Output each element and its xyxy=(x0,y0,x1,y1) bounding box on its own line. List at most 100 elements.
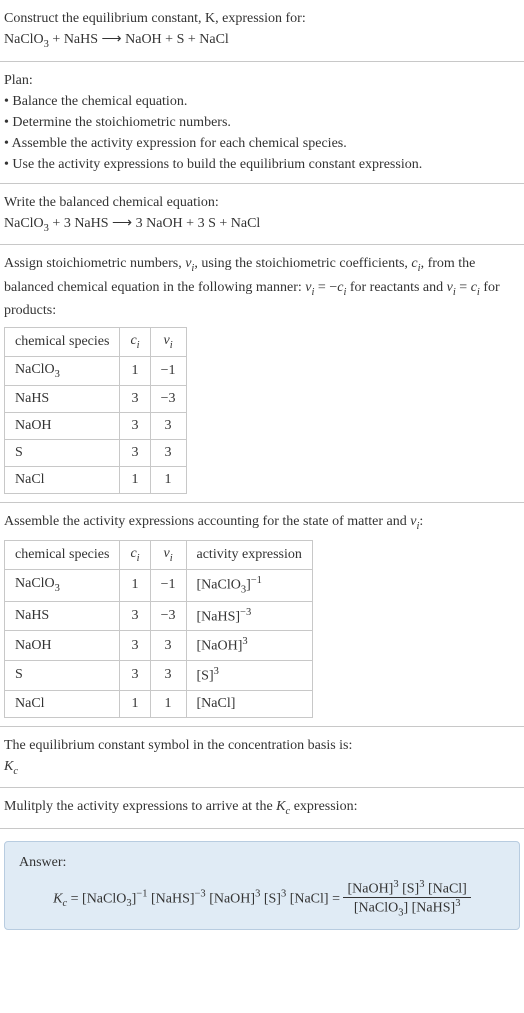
eq-part: + NaHS xyxy=(49,32,102,47)
expr: [S] xyxy=(260,891,281,906)
species: NaClO xyxy=(15,362,55,377)
expr: [NaClO xyxy=(354,901,398,916)
eq-part: NaClO xyxy=(4,216,44,231)
cell: NaClO3 xyxy=(5,356,120,385)
cell: S xyxy=(5,660,120,690)
text: = − xyxy=(314,280,337,295)
cell: NaCl xyxy=(5,466,120,493)
subscript: 3 xyxy=(55,369,60,380)
stoichiometric-section: Assign stoichiometric numbers, νi, using… xyxy=(0,245,524,503)
cell: −3 xyxy=(150,385,186,412)
cell: 3 xyxy=(150,439,186,466)
fraction: [NaOH]3 [S]3 [NaCl][NaClO3] [NaHS]3 xyxy=(343,879,470,919)
cell: [NaCl] xyxy=(186,690,312,717)
cell: 3 xyxy=(120,631,150,661)
expr: = [NaClO xyxy=(67,891,126,906)
table-row: NaCl11 xyxy=(5,466,187,493)
activity-text: Assemble the activity expressions accoun… xyxy=(4,511,520,535)
cell: S xyxy=(5,439,120,466)
text: Assemble the activity expressions accoun… xyxy=(4,514,410,529)
cell: 1 xyxy=(120,570,150,601)
cell: [NaHS]−3 xyxy=(186,601,312,631)
text: , using the stoichiometric coefficients, xyxy=(194,256,411,271)
plan-section: Plan: • Balance the chemical equation. •… xyxy=(0,62,524,184)
cell: 3 xyxy=(120,412,150,439)
cell: −3 xyxy=(150,601,186,631)
superscript: 3 xyxy=(455,898,460,909)
expr: [NaOH] xyxy=(197,639,243,654)
cell: −1 xyxy=(150,570,186,601)
prompt-equation: NaClO3 + NaHS ⟶ NaOH + S + NaCl xyxy=(4,29,520,53)
expr: [NaOH] xyxy=(206,891,255,906)
col-nui: νi xyxy=(150,328,186,357)
col-ci: ci xyxy=(120,328,150,357)
activity-section: Assemble the activity expressions accoun… xyxy=(0,503,524,727)
cell: −1 xyxy=(150,356,186,385)
subscript: 3 xyxy=(55,583,60,594)
plan-bullet: • Balance the chemical equation. xyxy=(4,91,520,112)
expr: [NaClO xyxy=(197,578,241,593)
col-species: chemical species xyxy=(5,328,120,357)
activity-table: chemical species ci νi activity expressi… xyxy=(4,540,313,717)
cell: NaHS xyxy=(5,385,120,412)
prompt-section: Construct the equilibrium constant, K, e… xyxy=(0,0,524,62)
expr: [NaCl] xyxy=(424,881,466,896)
cell: 1 xyxy=(150,690,186,717)
cell: 1 xyxy=(120,356,150,385)
cell: NaCl xyxy=(5,690,120,717)
eq-part: 3 NaOH + 3 S + NaCl xyxy=(132,216,260,231)
cell: 3 xyxy=(120,660,150,690)
col-species: chemical species xyxy=(5,541,120,570)
table-header-row: chemical species ci νi activity expressi… xyxy=(5,541,313,570)
table-row: NaCl11[NaCl] xyxy=(5,690,313,717)
col-ci: ci xyxy=(120,541,150,570)
prompt-text: Construct the equilibrium constant, K, e… xyxy=(4,11,306,26)
stoich-text: Assign stoichiometric numbers, νi, using… xyxy=(4,253,520,321)
cell: 3 xyxy=(120,601,150,631)
k-symbol: K xyxy=(4,759,13,774)
cell: 3 xyxy=(150,631,186,661)
table-row: NaOH33 xyxy=(5,412,187,439)
answer-box: Answer: Kc = [NaClO3]−1 [NaHS]−3 [NaOH]3… xyxy=(4,841,520,930)
cell: NaHS xyxy=(5,601,120,631)
eq-part: + 3 NaHS xyxy=(49,216,112,231)
cell: 3 xyxy=(120,439,150,466)
col-nui: νi xyxy=(150,541,186,570)
kc-symbol-section: The equilibrium constant symbol in the c… xyxy=(0,727,524,789)
superscript: −1 xyxy=(136,888,147,899)
superscript: −3 xyxy=(195,888,206,899)
table-row: S33[S]3 xyxy=(5,660,313,690)
table-row: NaHS3−3 xyxy=(5,385,187,412)
balanced-equation: NaClO3 + 3 NaHS ⟶ 3 NaOH + 3 S + NaCl xyxy=(4,213,520,237)
table-row: NaClO31−1 xyxy=(5,356,187,385)
table-header-row: chemical species ci νi xyxy=(5,328,187,357)
numerator: [NaOH]3 [S]3 [NaCl] xyxy=(343,879,470,899)
cell: 1 xyxy=(120,466,150,493)
subscript: i xyxy=(137,553,140,564)
balanced-label: Write the balanced chemical equation: xyxy=(4,192,520,213)
subscript: i xyxy=(137,340,140,351)
expr: [S] xyxy=(197,669,214,684)
multiply-section: Mulitply the activity expressions to arr… xyxy=(0,788,524,829)
plan-bullet: • Determine the stoichiometric numbers. xyxy=(4,112,520,133)
arrow-icon: ⟶ xyxy=(102,29,122,50)
answer-label: Answer: xyxy=(19,852,505,873)
subscript: i xyxy=(170,340,173,351)
text: for reactants and xyxy=(346,280,446,295)
expr: [NaCl] = xyxy=(286,891,343,906)
plan-bullet: • Use the activity expressions to build … xyxy=(4,154,520,175)
arrow-icon: ⟶ xyxy=(112,213,132,234)
eq-part: NaOH + S + NaCl xyxy=(122,32,229,47)
cell: [S]3 xyxy=(186,660,312,690)
cell: 1 xyxy=(120,690,150,717)
text: expression: xyxy=(290,799,357,814)
cell: [NaClO3]−1 xyxy=(186,570,312,601)
answer-section: Answer: Kc = [NaClO3]−1 [NaHS]−3 [NaOH]3… xyxy=(0,829,524,938)
kc-label: The equilibrium constant symbol in the c… xyxy=(4,735,520,756)
subscript: i xyxy=(170,553,173,564)
cell: NaOH xyxy=(5,631,120,661)
prompt-line1: Construct the equilibrium constant, K, e… xyxy=(4,8,520,29)
plan-title: Plan: xyxy=(4,70,520,91)
balanced-section: Write the balanced chemical equation: Na… xyxy=(0,184,524,246)
cell: 3 xyxy=(150,412,186,439)
